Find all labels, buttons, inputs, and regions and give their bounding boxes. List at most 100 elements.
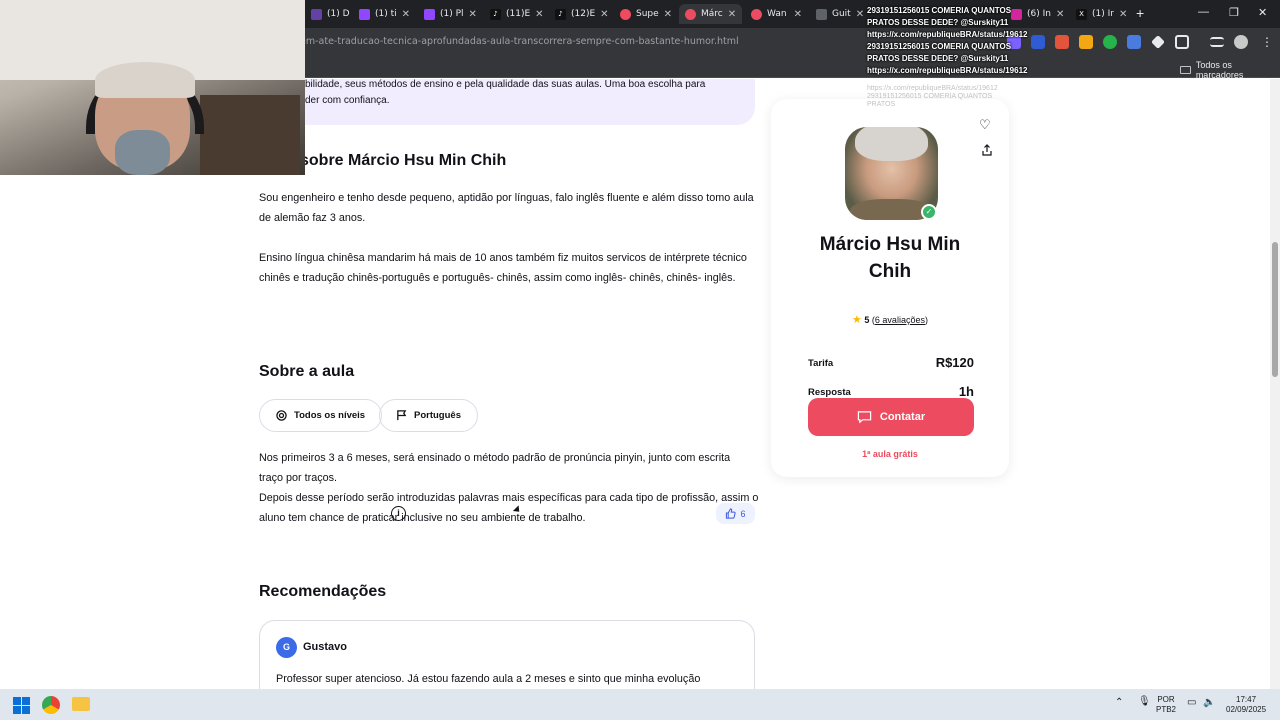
tab-label: Guit [832,9,851,19]
stream-chat-overlay: 29319151256015 COMERIA QUANTOS PRATOS DE… [867,6,1028,75]
free-lesson[interactable]: 1ª aula grátis [771,449,1009,459]
rating: ★ 5 (6 avaliações) [852,314,928,326]
scrollbar[interactable] [1270,79,1280,689]
likes-badge[interactable]: 6 [716,503,755,524]
close-icon[interactable]: ✕ [1056,9,1064,20]
extension-icon[interactable] [1031,35,1045,49]
close-icon[interactable]: ✕ [794,9,802,20]
language-indicator[interactable]: POR PTB2 [1156,695,1176,715]
stream-chat-faded: https://x.com/republiqueBRA/status/19612… [867,85,998,108]
close-icon[interactable]: ✕ [1119,9,1127,20]
scrollbar-thumb[interactable] [1272,242,1278,377]
playlist-icon[interactable] [1210,37,1224,47]
clock-time: 17:47 [1236,695,1257,704]
extension-icon[interactable] [1103,35,1117,49]
share-icon[interactable] [981,144,993,156]
contact-label: Contatar [879,411,926,423]
verified-icon: ✓ [921,204,937,220]
lang-bottom: PTB2 [1156,705,1177,714]
guitar-icon [816,8,827,20]
close-icon[interactable]: ✕ [402,9,410,20]
microphone-icon[interactable]: 🎙 [1138,697,1151,707]
tab-label: Márc [701,9,723,19]
contact-button[interactable]: Contatar [808,398,974,436]
about-paragraph-1: Sou engenheiro e tenho desde pequeno, ap… [259,192,754,224]
reviews-link[interactable]: 6 avaliações [875,315,925,325]
puzzle-icon[interactable] [1175,35,1189,49]
network-icon[interactable]: ▭ [1187,698,1196,708]
preply-icon [620,8,631,20]
star-icon: ★ [852,314,862,326]
close-icon[interactable]: ✕ [600,9,608,20]
flag-icon [397,410,407,421]
lesson-paragraph-2: Depois desse período serão introduzidas … [259,492,759,524]
close-icon[interactable]: ✕ [728,9,736,20]
preply-icon [751,8,762,20]
extension-icon[interactable] [1079,35,1093,49]
twitch-icon [424,8,435,20]
tab-1[interactable]: (1) D✕ [305,4,352,24]
close-icon[interactable]: ✕ [664,9,672,20]
windows-start-icon[interactable] [13,697,30,714]
heart-icon[interactable]: ♡ [979,117,991,133]
language-label: Português [414,410,461,421]
about-paragraph-2: Ensino língua chinêsa mandarim há mais d… [259,252,747,284]
restore-icon[interactable]: ❐ [1229,6,1239,19]
clock[interactable]: 17:47 02/09/2025 [1226,695,1266,715]
taskbar [0,689,1280,720]
info-icon[interactable]: i [391,506,406,521]
tiktok-icon: ♪ [490,8,501,20]
tab-label: (1) Pl [440,9,464,19]
tab-5[interactable]: ♪ (12)E ✕ [549,4,612,24]
extension-icon[interactable] [1055,35,1069,49]
bookmarks-label: Todos os marcadores [1195,60,1244,80]
response-value: 1h [958,384,974,399]
clock-date: 02/09/2025 [1226,705,1267,714]
chat-icon [857,411,872,424]
new-tab-button[interactable]: + [1136,5,1144,21]
language-pill: Português [379,399,478,432]
tab-11[interactable]: X (1) Ir ✕ [1070,4,1132,24]
tab-label: (11)E [506,9,531,19]
chevron-up-icon[interactable]: ⌃ [1115,698,1123,708]
folder-icon [1180,66,1191,74]
all-bookmarks[interactable]: Todos os marcadores [1180,60,1280,80]
chrome-icon[interactable] [42,696,60,714]
summary-text: bilidade, seus métodos de ensino e pela … [305,79,706,106]
rate-label: Tarifa [808,358,834,369]
minimize-icon[interactable]: — [1198,6,1209,18]
response-label: Resposta [808,387,851,398]
level-label: Todos os níveis [294,410,366,421]
extension-icon[interactable] [1127,35,1141,49]
reviewer-name: Gustavo [303,641,348,653]
rate-value: R$120 [935,355,974,370]
tab-8[interactable]: Wan ✕ [745,4,808,24]
tab-3[interactable]: (1) Pl ✕ [418,4,481,24]
tab-9[interactable]: Guit ✕ [810,4,866,24]
preply-icon [685,8,696,20]
level-pill: Todos os níveis [259,399,383,432]
menu-icon[interactable]: ⋮ [1260,35,1274,49]
tab-active[interactable]: Márc ✕ [679,4,742,24]
close-window-icon[interactable]: ✕ [1258,6,1267,19]
review-card: G Gustavo Professor super atencioso. Já … [259,620,755,689]
about-heading: sobre Márcio Hsu Min Chih [300,152,507,169]
twitch-icon [359,8,370,20]
tab-6[interactable]: Supe ✕ [614,4,677,24]
close-icon[interactable]: ✕ [535,9,543,20]
lesson-paragraph-1: Nos primeiros 3 a 6 meses, será ensinado… [259,452,731,484]
summary-banner: bilidade, seus métodos de ensino e pela … [285,79,755,125]
volume-icon[interactable]: 🔈 [1203,698,1215,708]
close-icon[interactable]: ✕ [469,9,477,20]
tab-2[interactable]: (1) ti ✕ [353,4,416,24]
tiktok-icon: ♪ [555,8,566,20]
file-explorer-icon[interactable] [72,697,90,711]
tab-label: (1) ti [375,9,397,19]
lesson-heading: Sobre a aula [259,363,355,380]
tab-4[interactable]: ♪ (11)E ✕ [484,4,547,24]
avatar[interactable] [1234,35,1248,49]
tab-label: Wan [767,9,787,19]
lang-top: POR [1157,695,1175,704]
close-icon[interactable]: ✕ [856,9,864,20]
target-icon [276,410,287,421]
